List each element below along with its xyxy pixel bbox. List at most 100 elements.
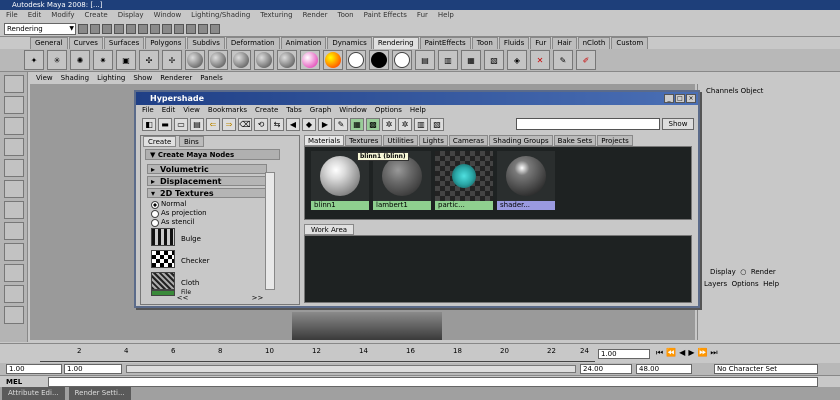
forward-arrow-icon[interactable]: ⇒ (222, 118, 236, 131)
channels-menu[interactable]: Channels (706, 87, 738, 95)
tab-utilities[interactable]: Utilities (383, 135, 418, 146)
clear-graph-icon[interactable]: ⌫ (238, 118, 252, 131)
manipulator-tool-icon[interactable] (4, 201, 24, 219)
command-input[interactable] (48, 377, 818, 387)
select-object-icon[interactable] (126, 23, 136, 34)
start-time-field[interactable]: 1.00 (6, 364, 62, 374)
point-light-icon[interactable]: ✺ (70, 50, 90, 70)
playback-controls[interactable]: ⏮⏪◀▶⏩⏭ (656, 348, 721, 358)
input-connections-icon[interactable]: ◀ (286, 118, 300, 131)
menu-toon[interactable]: Toon (337, 10, 353, 21)
assign-material-icon[interactable]: ◈ (507, 50, 527, 70)
texture-checker-label[interactable]: Checker (181, 257, 209, 265)
paint-tool-icon[interactable]: ✎ (553, 50, 573, 70)
tab-cameras[interactable]: Cameras (448, 135, 488, 146)
move-tool-icon[interactable] (4, 138, 24, 156)
shelf-tab-general[interactable]: General (30, 37, 68, 49)
texture-bulge-label[interactable]: Bulge (181, 235, 201, 243)
material-swatch-particle[interactable] (435, 151, 493, 201)
menu-create[interactable]: Create (84, 10, 107, 21)
hs-menu-edit[interactable]: Edit (162, 105, 176, 116)
snap-grid-icon[interactable] (150, 23, 160, 34)
tab-bins[interactable]: Bins (179, 136, 204, 147)
surface-shader-icon[interactable] (346, 50, 366, 70)
nav-next-button[interactable]: >> (252, 294, 264, 303)
menu-display[interactable]: Display (118, 10, 144, 21)
menu-fur[interactable]: Fur (417, 10, 428, 21)
toggle-create-bar-icon[interactable]: ◧ (142, 118, 156, 131)
render-settings-icon[interactable] (210, 23, 220, 34)
menu-edit[interactable]: Edit (28, 10, 42, 21)
hs-menu-help[interactable]: Help (410, 105, 426, 116)
character-set-field[interactable]: No Character Set (714, 364, 818, 374)
shelf-tab-animation[interactable]: Animation (280, 37, 327, 49)
render-swatch-icon[interactable]: ▩ (366, 118, 380, 131)
menu-lighting-shading[interactable]: Lighting/Shading (191, 10, 250, 21)
menu-help[interactable]: Help (438, 10, 454, 21)
ambient-light-icon[interactable]: ✢ (162, 50, 182, 70)
layered-shader-icon[interactable] (300, 50, 320, 70)
tab-projects[interactable]: Projects (597, 135, 633, 146)
panel-menu-shading[interactable]: Shading (61, 72, 89, 84)
help-menu[interactable]: Help (763, 280, 779, 288)
spot-light-icon[interactable]: ✳ (47, 50, 67, 70)
hs-menu-view[interactable]: View (183, 105, 200, 116)
rotate-tool-icon[interactable] (4, 159, 24, 177)
select-hierarchy-icon[interactable] (114, 23, 124, 34)
material-swatch-shader[interactable] (497, 151, 555, 201)
shelf-tab-polygons[interactable]: Polygons (145, 37, 187, 49)
display-layers-radio[interactable]: Display (710, 268, 736, 276)
hs-menu-create[interactable]: Create (255, 105, 278, 116)
outliner-layout-icon[interactable] (4, 285, 24, 303)
use-background-icon[interactable] (369, 50, 389, 70)
object-menu[interactable]: Object (741, 87, 764, 95)
scale-tool-icon[interactable] (4, 180, 24, 198)
hypershade-icon[interactable]: ▥ (438, 50, 458, 70)
open-scene-icon[interactable] (90, 23, 100, 34)
layers-menu[interactable]: Layers (704, 280, 727, 288)
input-output-connections-icon[interactable]: ◆ (302, 118, 316, 131)
shelf-tab-deformation[interactable]: Deformation (225, 37, 280, 49)
shelf-tab-fluids[interactable]: Fluids (498, 37, 530, 49)
playback-start-field[interactable]: 1.00 (64, 364, 122, 374)
nav-prev-button[interactable]: << (177, 294, 189, 303)
pin-icon[interactable]: ▧ (430, 118, 444, 131)
cloth-texture-icon[interactable] (151, 272, 175, 290)
hypershade-search-input[interactable] (516, 118, 660, 130)
tab-lights[interactable]: Lights (418, 135, 448, 146)
create-bar-scrollbar[interactable] (265, 172, 275, 290)
delete-render-icon[interactable]: ✕ (530, 50, 550, 70)
volume-light-icon[interactable]: ✣ (139, 50, 159, 70)
option-as-projection[interactable]: As projection (151, 209, 207, 218)
hs-menu-options[interactable]: Options (375, 105, 402, 116)
paint-canvas-icon[interactable]: ✐ (576, 50, 596, 70)
tab-create[interactable]: Create (143, 136, 177, 147)
blinn-sphere-icon[interactable] (208, 50, 228, 70)
shelf-tab-dynamics[interactable]: Dynamics (327, 37, 372, 49)
shelf-tab-custom[interactable]: Custom (611, 37, 649, 49)
menu-window[interactable]: Window (154, 10, 182, 21)
output-connections-icon[interactable]: ▶ (318, 118, 332, 131)
shelf-tab-painteffects[interactable]: PaintEffects (419, 37, 471, 49)
lasso-tool-icon[interactable] (4, 96, 24, 114)
current-frame-field[interactable]: 1.00 (598, 349, 650, 359)
menu-file[interactable]: File (6, 10, 18, 21)
timeline-ruler[interactable]: 2 4 6 8 10 12 14 16 18 20 22 24 (40, 347, 595, 362)
show-both-tabs-icon[interactable]: ▤ (190, 118, 204, 131)
checker-texture-icon[interactable] (151, 250, 175, 268)
scene-object[interactable] (292, 312, 442, 340)
shelf-tab-toon[interactable]: Toon (471, 37, 498, 49)
hs-menu-bookmarks[interactable]: Bookmarks (208, 105, 247, 116)
update-swatch-icon[interactable]: ✲ (398, 118, 412, 131)
close-icon[interactable]: × (686, 94, 696, 103)
lambert-sphere-icon[interactable] (185, 50, 205, 70)
texture-cloth-label[interactable]: Cloth (181, 279, 199, 287)
snap-curve-icon[interactable] (162, 23, 172, 34)
shelf-tab-hair[interactable]: Hair (552, 37, 577, 49)
phonge-sphere-icon[interactable] (254, 50, 274, 70)
tab-bake-sets[interactable]: Bake Sets (553, 135, 597, 146)
rename-icon[interactable]: ✎ (334, 118, 348, 131)
shelf-tab-ncloth[interactable]: nCloth (577, 37, 611, 49)
new-scene-icon[interactable] (78, 23, 88, 34)
menu-modify[interactable]: Modify (51, 10, 74, 21)
